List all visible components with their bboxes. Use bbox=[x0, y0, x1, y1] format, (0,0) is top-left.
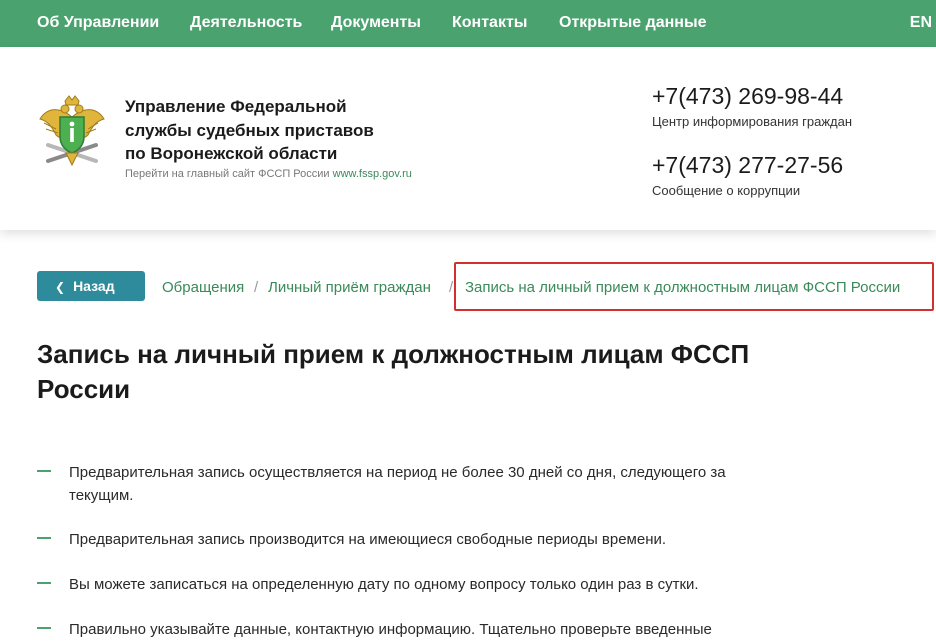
language-switch[interactable]: EN bbox=[910, 14, 932, 32]
breadcrumb-separator: / bbox=[254, 279, 259, 296]
dash-bullet-icon bbox=[37, 537, 51, 539]
site-header: Управление Федеральной службы судебных п… bbox=[0, 47, 936, 230]
dash-bullet-icon bbox=[37, 470, 51, 472]
page-title: Запись на личный прием к должностным лиц… bbox=[37, 337, 797, 407]
list-item-text: Правильно указывайте данные, контактную … bbox=[69, 621, 712, 638]
top-navigation: Об Управлении Деятельность Документы Кон… bbox=[0, 0, 936, 47]
list-item-line: Предварительная запись осуществляется на… bbox=[69, 464, 726, 481]
org-name-line: по Воронежской области bbox=[125, 144, 338, 163]
phone-info-center[interactable]: +7(473) 269-98-44 bbox=[652, 83, 843, 110]
breadcrumb-item-personal-reception[interactable]: Личный приём граждан bbox=[268, 279, 431, 296]
main-site-hint: Перейти на главный сайт ФССП России www.… bbox=[125, 168, 412, 180]
phone-corruption-caption: Сообщение о коррупции bbox=[652, 183, 801, 198]
list-item-text: Предварительная запись производится на и… bbox=[69, 531, 667, 548]
list-item-text: Вы можете записаться на определенную дат… bbox=[69, 576, 699, 593]
main-site-link[interactable]: www.fssp.gov.ru bbox=[333, 168, 412, 180]
nav-item-activity[interactable]: Деятельность bbox=[190, 14, 302, 32]
breadcrumb-separator: / bbox=[449, 279, 454, 296]
dash-bullet-icon bbox=[37, 582, 51, 584]
page-title-line: Запись на личный прием к должностным лиц… bbox=[37, 339, 750, 369]
back-button[interactable]: ❮ Назад bbox=[37, 271, 145, 301]
phone-corruption[interactable]: +7(473) 277-27-56 bbox=[652, 152, 843, 179]
page-title-line: России bbox=[37, 374, 131, 404]
list-item-text: Предварительная запись осуществляется на… bbox=[69, 461, 809, 507]
phone-info-center-caption: Центр информирования граждан bbox=[652, 114, 853, 129]
fssp-emblem-icon[interactable] bbox=[38, 95, 106, 169]
org-name-line: службы судебных приставов bbox=[125, 120, 374, 140]
organization-name[interactable]: Управление Федеральной службы судебных п… bbox=[125, 95, 425, 166]
breadcrumb-item-appeals[interactable]: Обращения bbox=[162, 279, 244, 296]
nav-item-documents[interactable]: Документы bbox=[331, 14, 421, 32]
main-site-prefix: Перейти на главный сайт ФССП России bbox=[125, 168, 330, 180]
nav-item-open-data[interactable]: Открытые данные bbox=[559, 14, 707, 32]
nav-item-contacts[interactable]: Контакты bbox=[452, 14, 527, 32]
list-item-line: текущим. bbox=[69, 487, 134, 504]
nav-item-about[interactable]: Об Управлении bbox=[37, 14, 159, 32]
chevron-left-icon: ❮ bbox=[55, 280, 66, 294]
back-button-label: Назад bbox=[73, 278, 115, 294]
org-name-line: Управление Федеральной bbox=[125, 97, 347, 116]
highlight-box bbox=[454, 262, 934, 311]
